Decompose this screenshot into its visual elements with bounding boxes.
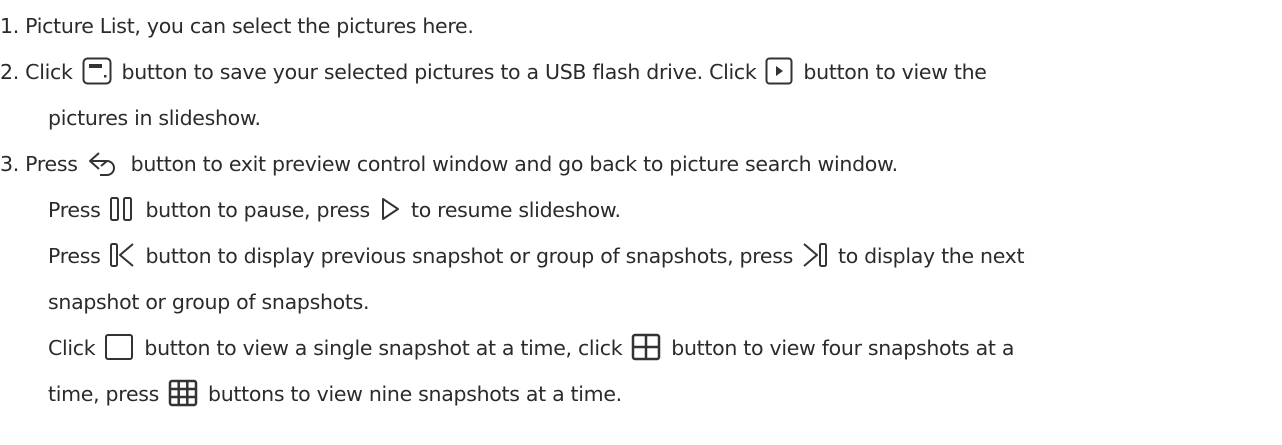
- item-3-text-j: Click: [48, 336, 96, 360]
- save-to-usb-icon: [82, 57, 112, 85]
- item-2-line-2: pictures in slideshow.: [48, 99, 261, 137]
- nine-view-icon: [168, 379, 198, 407]
- instructions-document: 1. Picture List, you can select the pict…: [0, 0, 1282, 445]
- item-3-text-a: 3. Press: [0, 152, 78, 176]
- item-2-text-a: 2. Click: [0, 60, 73, 84]
- single-view-icon: [104, 333, 134, 361]
- item-3-line-3: Press button to display previous snapshot…: [48, 237, 1025, 275]
- item-3-text-g: button to display previous snapshot or g…: [145, 244, 793, 268]
- item-3-text-l: button to view four snapshots at a: [671, 336, 1015, 360]
- item-2-text-b: button to save your selected pictures to…: [121, 60, 757, 84]
- item-3-text-i: snapshot or group of snapshots.: [48, 290, 370, 314]
- pause-icon: [109, 195, 135, 223]
- play-triangle-icon: [379, 195, 401, 223]
- item-3-text-e: to resume slideshow.: [410, 198, 621, 222]
- item-3-line-6: time, press buttons to view nine snapshot…: [48, 375, 622, 413]
- item-3-text-b: button to exit preview control window an…: [130, 152, 898, 176]
- four-view-icon: [631, 333, 661, 361]
- back-arrow-icon: [87, 149, 121, 177]
- item-3-line-5: Click button to view a single snapshot at…: [48, 329, 1014, 367]
- item-2-text-d: pictures in slideshow.: [48, 106, 261, 130]
- previous-icon: [109, 241, 135, 269]
- item-3-text-n: buttons to view nine snapshots at a time…: [208, 382, 622, 406]
- item-3-text-c: Press: [48, 198, 101, 222]
- item-3-text-h: to display the next: [837, 244, 1025, 268]
- item-3-text-m: time, press: [48, 382, 160, 406]
- item-3-text-k: button to view a single snapshot at a ti…: [144, 336, 623, 360]
- item-1-text: 1. Picture List, you can select the pict…: [0, 14, 474, 38]
- play-slideshow-icon: [765, 57, 793, 85]
- item-3-line-4: snapshot or group of snapshots.: [48, 283, 370, 321]
- item-2-text-c: button to view the: [803, 60, 987, 84]
- item-3-line: 3. Press button to exit preview control w…: [0, 145, 898, 183]
- item-3-text-f: Press: [48, 244, 101, 268]
- next-icon: [802, 241, 828, 269]
- item-3-text-d: button to pause, press: [145, 198, 370, 222]
- item-1-line: 1. Picture List, you can select the pict…: [0, 7, 474, 45]
- item-3-line-2: Press button to pause, press to resume sli…: [48, 191, 621, 229]
- item-2-line: 2. Click button to save your selected pic…: [0, 53, 987, 91]
